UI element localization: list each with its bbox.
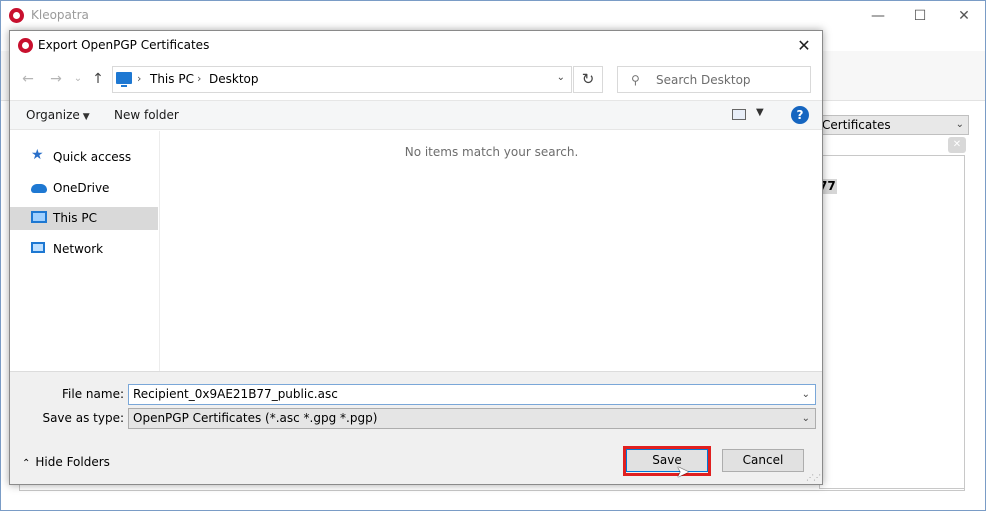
file-list-area[interactable]: No items match your search. <box>161 131 822 371</box>
breadcrumb-separator: › <box>137 72 142 85</box>
empty-results-message: No items match your search. <box>404 145 579 159</box>
filename-label: File name: <box>62 387 124 401</box>
breadcrumb-desktop[interactable]: Desktop <box>209 72 259 86</box>
up-arrow-icon[interactable]: ↑ <box>88 69 108 89</box>
certificate-list[interactable] <box>819 155 965 489</box>
star-icon: ★ <box>31 147 44 163</box>
view-caret-icon[interactable]: ▼ <box>756 107 764 118</box>
clear-search-icon[interactable]: ✕ <box>948 137 966 153</box>
main-window-title: Kleopatra <box>31 8 89 22</box>
chevron-down-icon[interactable]: ⌄ <box>802 385 810 404</box>
organize-label: Organize <box>26 108 80 122</box>
view-options-icon[interactable] <box>732 109 746 120</box>
main-titlebar: Kleopatra — ☐ ✕ <box>1 1 985 31</box>
minimize-button[interactable]: — <box>863 5 893 27</box>
main-lower-panel <box>19 485 965 491</box>
certificate-filter-combo[interactable]: Certificates ⌄ <box>819 115 969 135</box>
hide-folders-label: Hide Folders <box>35 455 110 469</box>
search-input[interactable]: ⚲ Search Desktop <box>617 66 811 93</box>
sidebar-item-label: This PC <box>53 211 97 225</box>
back-arrow-icon[interactable]: ← <box>18 69 38 89</box>
maximize-button[interactable]: ☐ <box>905 5 935 27</box>
chevron-down-icon: ⌄ <box>801 413 810 424</box>
computer-icon <box>116 72 132 87</box>
sidebar-item-label: Network <box>53 242 104 256</box>
network-icon <box>31 242 45 253</box>
hide-folders-button[interactable]: ⌃ Hide Folders <box>22 455 110 469</box>
search-placeholder: Search Desktop <box>656 73 751 87</box>
cancel-button[interactable]: Cancel <box>722 449 804 472</box>
sidebar-item-label: Quick access <box>53 150 132 164</box>
kleopatra-dialog-icon <box>18 38 33 53</box>
filename-field[interactable]: Recipient_0x9AE21B77_public.asc ⌄ <box>128 384 816 405</box>
sidebar-item-label: OneDrive <box>53 181 110 195</box>
sidebar-item-quick-access[interactable]: ★ Quick access <box>10 146 158 169</box>
save-highlight-box <box>623 446 711 476</box>
save-fields-panel: File name: Recipient_0x9AE21B77_public.a… <box>10 371 822 484</box>
filename-value: Recipient_0x9AE21B77_public.asc <box>133 387 338 401</box>
help-icon[interactable]: ? <box>791 106 809 124</box>
command-bar: Organize ▼ New folder ▼ ? <box>10 100 822 130</box>
forward-arrow-icon[interactable]: → <box>46 69 66 89</box>
breadcrumb-this-pc[interactable]: This PC <box>150 72 194 86</box>
dialog-close-button[interactable]: ✕ <box>790 33 818 59</box>
recent-locations-icon[interactable]: ⌄ <box>68 69 88 89</box>
address-dropdown-icon[interactable]: ⌄ <box>557 72 565 83</box>
main-close-button[interactable]: ✕ <box>949 5 979 27</box>
mouse-pointer-icon: ➤ <box>676 462 690 481</box>
export-dialog: Export OpenPGP Certificates ✕ ← → ⌄ ↑ › … <box>9 30 823 485</box>
new-folder-button[interactable]: New folder <box>114 108 179 122</box>
computer-icon <box>31 211 47 223</box>
cloud-icon <box>31 184 47 193</box>
caret-down-icon: ▼ <box>82 112 90 122</box>
dialog-title: Export OpenPGP Certificates <box>38 38 210 52</box>
savetype-value: OpenPGP Certificates (*.asc *.gpg *.pgp) <box>133 411 378 425</box>
organize-menu[interactable]: Organize ▼ <box>26 108 90 122</box>
breadcrumb-separator: › <box>197 72 202 85</box>
address-bar[interactable]: › This PC › Desktop ⌄ <box>112 66 572 93</box>
kleopatra-logo-icon <box>9 8 24 23</box>
search-icon: ⚲ <box>631 73 640 87</box>
sidebar-item-onedrive[interactable]: OneDrive <box>10 177 158 200</box>
address-row: ← → ⌄ ↑ › This PC › Desktop ⌄ ↻ ⚲ Search… <box>10 63 822 95</box>
resize-grip-icon[interactable]: ⋰⋰ <box>806 473 821 482</box>
chevron-up-icon: ⌃ <box>22 458 31 469</box>
savetype-select[interactable]: OpenPGP Certificates (*.asc *.gpg *.pgp)… <box>128 408 816 429</box>
sidebar-item-network[interactable]: Network <box>10 238 158 261</box>
chevron-down-icon: ⌄ <box>955 119 964 130</box>
navigation-pane: ★ Quick access OneDrive This PC Network <box>10 131 160 371</box>
refresh-button[interactable]: ↻ <box>573 66 603 93</box>
certificate-filter-value: Certificates <box>822 118 891 132</box>
sidebar-item-this-pc[interactable]: This PC <box>10 207 158 230</box>
savetype-label: Save as type: <box>42 411 124 425</box>
dialog-titlebar: Export OpenPGP Certificates ✕ <box>10 31 822 61</box>
